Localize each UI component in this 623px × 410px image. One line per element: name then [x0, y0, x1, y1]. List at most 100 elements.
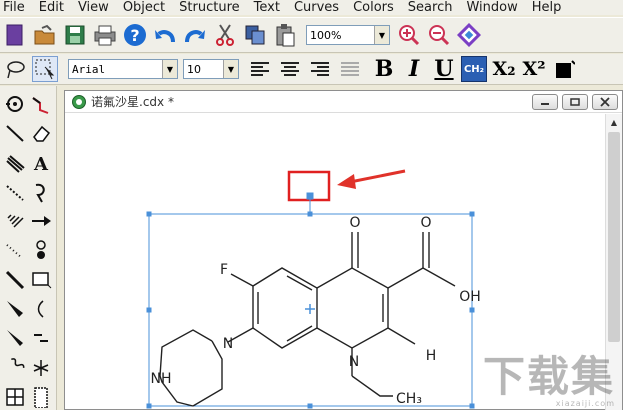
chevron-down-icon: ▼ [374, 26, 389, 44]
molecule-bonds [159, 232, 456, 407]
hollow-wedge-icon [7, 330, 23, 346]
zoom-in-button[interactable] [396, 22, 422, 48]
save-button[interactable] [62, 22, 88, 48]
minimize-button[interactable] [532, 94, 558, 110]
menu-structure[interactable]: Structure [173, 0, 247, 15]
wavy-bond-tool[interactable] [3, 356, 27, 380]
tlc-plate-tool[interactable] [29, 385, 53, 409]
italic-button[interactable]: I [401, 56, 427, 82]
superscript-button[interactable]: X² [521, 56, 547, 82]
new-document-button[interactable] [2, 22, 28, 48]
underline-button[interactable]: U [431, 56, 457, 82]
bold-bond-tool[interactable] [3, 151, 27, 175]
bracket-tool[interactable] [29, 297, 53, 321]
zoom-select[interactable]: 100% ▼ [306, 25, 390, 45]
menu-view[interactable]: View [72, 0, 117, 15]
cut-button[interactable] [212, 22, 238, 48]
main-toolbar: ? 100% ▼ [0, 17, 623, 53]
document-area: 诺氟沙星.cdx * ▲ O O OH F N NH N H CH₃ 下载集 x… [58, 86, 623, 410]
close-icon [600, 97, 610, 107]
chevron-down-icon: ▼ [162, 60, 177, 78]
print-button[interactable] [92, 22, 118, 48]
font-family-value: Arial [72, 62, 106, 76]
lasso-tool[interactable] [2, 56, 28, 82]
align-center-button[interactable] [277, 56, 303, 82]
menu-object[interactable]: Object [117, 0, 173, 15]
bold-button[interactable]: B [371, 56, 397, 82]
menu-colors[interactable]: Colors [347, 0, 402, 15]
wedge-hollow-tool[interactable] [3, 326, 27, 350]
menu-help[interactable]: Help [526, 0, 570, 15]
subscript-button[interactable]: X₂ [491, 56, 517, 82]
eraser-tool[interactable] [29, 121, 53, 145]
dotted-bond-tool[interactable] [3, 238, 27, 262]
redo-button[interactable] [182, 22, 208, 48]
atom-n-piperazine: N [223, 336, 233, 352]
menu-text[interactable]: Text [248, 0, 288, 15]
wedge-bond-icon [7, 301, 23, 317]
wedge-bond-tool[interactable] [3, 297, 27, 321]
menu-edit[interactable]: Edit [33, 0, 72, 15]
pen-tool[interactable] [29, 180, 53, 204]
formula-label: CH₂ [463, 63, 485, 75]
callout-arrow-head [337, 174, 356, 189]
atom-labels: O O OH F N NH N H CH₃ [151, 215, 481, 407]
marquee-select-icon [35, 59, 55, 80]
dashed-bond-icon [6, 185, 24, 201]
chain-icon [32, 97, 49, 114]
text-tool[interactable]: A [29, 151, 53, 175]
svg-text:?: ? [130, 26, 139, 45]
justify-icon [341, 62, 359, 76]
color-button[interactable] [551, 56, 577, 82]
bond-chain-tool[interactable] [29, 92, 53, 116]
redo-icon [185, 30, 205, 43]
font-size-select[interactable]: 10 ▼ [183, 59, 239, 79]
menu-curves[interactable]: Curves [288, 0, 347, 15]
template-tool[interactable] [29, 356, 53, 380]
restore-icon [570, 98, 580, 106]
undo-button[interactable] [152, 22, 178, 48]
justify-button[interactable] [337, 56, 363, 82]
pen-icon [35, 183, 45, 203]
help-button[interactable]: ? [122, 22, 148, 48]
zoom-out-button[interactable] [426, 22, 452, 48]
atom-o-ketone: O [349, 215, 360, 231]
scroll-thumb[interactable] [608, 132, 620, 342]
chevron-down-icon: ▼ [223, 60, 238, 78]
dashed-bond-tool[interactable] [3, 180, 27, 204]
align-left-button[interactable] [247, 56, 273, 82]
arrow-tool[interactable] [29, 209, 53, 233]
restore-button[interactable] [562, 94, 588, 110]
close-button[interactable] [592, 94, 618, 110]
atom-nh: NH [151, 371, 172, 387]
marquee-tool[interactable] [32, 56, 58, 82]
copy-button[interactable] [242, 22, 268, 48]
menu-search[interactable]: Search [402, 0, 461, 15]
charge-tool[interactable] [29, 326, 53, 350]
menu-window[interactable]: Window [460, 0, 525, 15]
align-right-button[interactable] [307, 56, 333, 82]
table-tool[interactable] [3, 385, 27, 409]
align-left-icon [251, 62, 269, 76]
scroll-up-icon[interactable]: ▲ [606, 114, 622, 130]
hashed-wedge-tool[interactable] [3, 209, 27, 233]
paste-button[interactable] [272, 22, 298, 48]
open-button[interactable] [32, 22, 58, 48]
font-family-select[interactable]: Arial ▼ [68, 59, 178, 79]
orbital-tool[interactable] [29, 238, 53, 262]
atom-h: H [426, 348, 437, 364]
undo-icon [155, 30, 175, 43]
show-info-button[interactable] [456, 22, 482, 48]
printer-icon [94, 25, 116, 46]
formula-button[interactable]: CH₂ [461, 56, 487, 82]
rotate-tool[interactable] [3, 92, 27, 116]
align-center-icon [281, 62, 299, 76]
orbital-icon [36, 240, 46, 259]
single-bond-icon [6, 125, 24, 142]
scissors-icon [216, 24, 234, 46]
menu-file[interactable]: File [0, 0, 33, 15]
bond-tool[interactable] [3, 268, 27, 292]
single-bond-tool[interactable] [3, 121, 27, 145]
zoom-value: 100% [310, 28, 342, 42]
shape-tool[interactable] [29, 268, 53, 292]
